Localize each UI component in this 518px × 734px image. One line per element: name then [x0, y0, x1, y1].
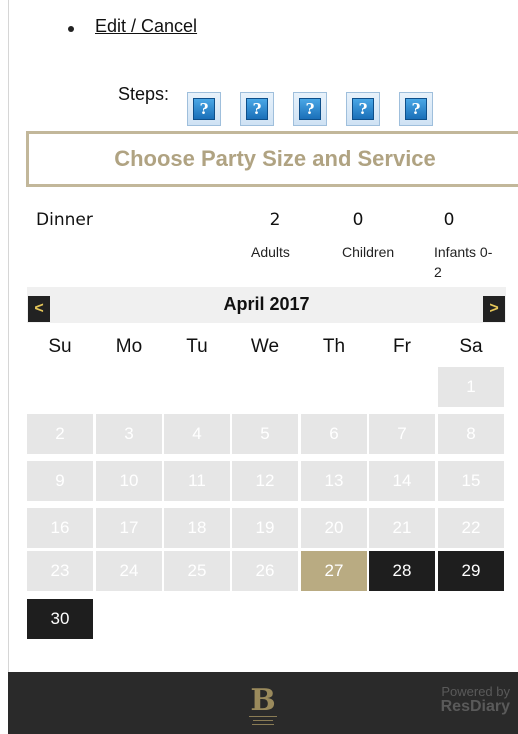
calendar-day[interactable]: 30	[27, 599, 93, 639]
calendar-day: 9	[27, 461, 93, 501]
weekday-header: Mo	[115, 336, 143, 357]
steps-label: Steps:	[118, 84, 170, 104]
calendar-day: 12	[232, 461, 298, 501]
weekday-header: Tu	[186, 336, 208, 357]
step-5-help-icon[interactable]: ?	[399, 92, 433, 126]
calendar-day[interactable]: 29	[438, 551, 504, 591]
calendar-day: 2	[27, 414, 93, 454]
calendar-day: 19	[232, 508, 298, 548]
calendar-day: 20	[301, 508, 367, 548]
children-count[interactable]: 0	[333, 210, 383, 230]
infants-count[interactable]: 0	[424, 210, 474, 230]
next-month-button[interactable]: >	[483, 296, 505, 322]
children-label: Children	[342, 244, 395, 260]
section-title: Choose Party Size and Service	[114, 146, 436, 171]
calendar-month-title: April 2017	[223, 294, 310, 314]
step-1-help-icon[interactable]: ?	[187, 92, 221, 126]
calendar-day: 14	[369, 461, 435, 501]
step-4-help-icon[interactable]: ?	[346, 92, 380, 126]
calendar-day: 7	[369, 414, 435, 454]
resdiary-brand: ResDiary	[440, 698, 510, 715]
weekday-header: Fr	[393, 336, 411, 357]
calendar-day: 3	[96, 414, 162, 454]
calendar-day: 16	[27, 508, 93, 548]
calendar-day: 6	[301, 414, 367, 454]
adults-label: Adults	[251, 244, 290, 260]
weekday-header: Su	[48, 336, 72, 357]
svg-text:B: B	[250, 683, 275, 718]
adults-count[interactable]: 2	[250, 210, 300, 230]
weekday-header: Sa	[459, 336, 483, 357]
service-name[interactable]: Dinner	[36, 210, 93, 230]
infants-label: Infants 0-2	[434, 244, 493, 280]
calendar-day: 23	[27, 551, 93, 591]
powered-by-resdiary[interactable]: Powered by ResDiary	[410, 684, 510, 715]
calendar-day: 24	[96, 551, 162, 591]
left-border	[8, 0, 9, 672]
help-icon-glyph: ?	[246, 98, 268, 120]
footer: B Powered by ResDiary	[8, 672, 518, 734]
calendar-day: 26	[232, 551, 298, 591]
calendar-day: 10	[96, 461, 162, 501]
calendar-day: 18	[164, 508, 230, 548]
calendar-day: 17	[96, 508, 162, 548]
calendar-day: 22	[438, 508, 504, 548]
calendar-day: 8	[438, 414, 504, 454]
list-bullet	[68, 26, 74, 32]
step-3-help-icon[interactable]: ?	[293, 92, 327, 126]
prev-month-button[interactable]: <	[28, 296, 50, 322]
calendar-day: 25	[164, 551, 230, 591]
step-2-help-icon[interactable]: ?	[240, 92, 274, 126]
calendar-day[interactable]: 28	[369, 551, 435, 591]
calendar-day: 1	[438, 367, 504, 407]
calendar-day: 15	[438, 461, 504, 501]
calendar-header: April 2017 < >	[27, 287, 506, 323]
calendar-day: 13	[301, 461, 367, 501]
calendar-day: 11	[164, 461, 230, 501]
weekday-header: We	[250, 336, 280, 357]
help-icon-glyph: ?	[299, 98, 321, 120]
calendar-day: 5	[232, 414, 298, 454]
calendar-day[interactable]: 27	[301, 551, 367, 591]
powered-by-text: Powered by	[441, 684, 510, 699]
weekday-header: Th	[322, 336, 346, 357]
edit-cancel-link[interactable]: Edit / Cancel	[95, 16, 197, 37]
calendar-day: 4	[164, 414, 230, 454]
calendar-day: 21	[369, 508, 435, 548]
help-icon-glyph: ?	[405, 98, 427, 120]
help-icon-glyph: ?	[352, 98, 374, 120]
help-icon-glyph: ?	[193, 98, 215, 120]
section-title-box: Choose Party Size and Service	[26, 131, 518, 187]
restaurant-logo: B	[243, 678, 283, 730]
